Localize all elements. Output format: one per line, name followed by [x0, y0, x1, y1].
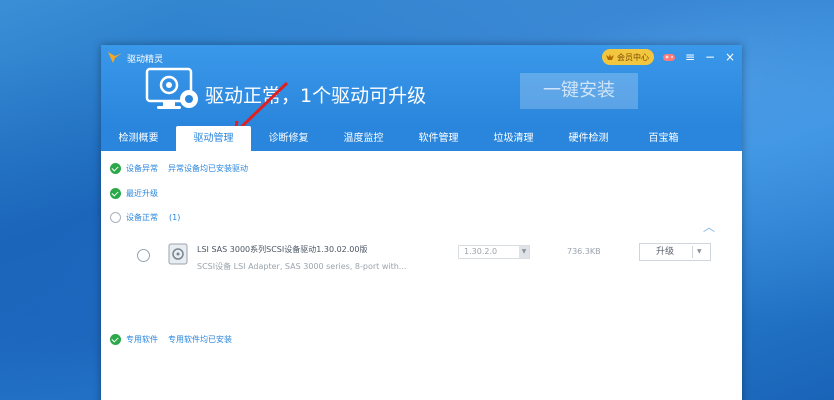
tab-overview[interactable]: 检测概要 — [101, 126, 176, 151]
tab-diagnose-repair[interactable]: 诊断修复 — [251, 126, 326, 151]
section-label: 设备正常 — [126, 213, 158, 222]
section-label: 设备异常 — [126, 164, 158, 173]
vip-icon — [606, 54, 614, 60]
section-sub: 异常设备均已安装驱动 — [168, 164, 248, 173]
section-label: 最近升级 — [126, 189, 158, 198]
monitor-gear-icon — [145, 67, 198, 109]
section-recent[interactable]: 最近升级 — [110, 188, 158, 199]
app-window: 驱动精灵 会员中心 ≡ − × 驱动正常，1个驱动可升级 一键安装 检测概要 驱… — [101, 45, 742, 400]
section-normal[interactable]: 设备正常 (1) — [110, 212, 180, 223]
tab-hardware[interactable]: 硬件检测 — [551, 126, 626, 151]
scsi-device-icon — [168, 243, 188, 265]
app-header: 驱动精灵 会员中心 ≡ − × 驱动正常，1个驱动可升级 一键安装 — [101, 45, 742, 135]
tab-driver-management[interactable]: 驱动管理 — [176, 126, 251, 151]
upgrade-button[interactable]: 升级 ▼ — [639, 243, 711, 261]
driver-desc: SCSI设备 LSI Adapter, SAS 3000 series, 8-p… — [197, 262, 407, 271]
logo-icon — [108, 52, 122, 63]
window-controls: 会员中心 ≡ − × — [602, 49, 736, 65]
driver-list: 设备异常 异常设备均已安装驱动 最近升级 设备正常 (1) ︿ LSI SAS … — [101, 151, 742, 400]
vip-center-button[interactable]: 会员中心 — [602, 49, 654, 65]
check-icon — [110, 188, 121, 199]
minimize-icon[interactable]: − — [704, 49, 716, 65]
section-software[interactable]: 专用软件 专用软件均已安装 — [110, 334, 232, 345]
chevron-down-icon[interactable]: ▼ — [697, 244, 702, 260]
tab-software[interactable]: 软件管理 — [401, 126, 476, 151]
close-icon[interactable]: × — [724, 49, 736, 65]
divider — [692, 246, 693, 258]
collapse-chevron-icon[interactable]: ︿ — [703, 218, 715, 235]
chevron-down-icon: ▼ — [519, 246, 529, 258]
driver-name: LSI SAS 3000系列SCSI设备驱动1.30.02.00版 — [197, 245, 368, 254]
section-count: (1) — [169, 213, 181, 222]
tab-temperature[interactable]: 温度监控 — [326, 126, 401, 151]
check-icon — [110, 334, 121, 345]
section-label: 专用软件 — [126, 335, 158, 344]
section-sub: 专用软件均已安装 — [168, 335, 232, 344]
check-icon — [110, 163, 121, 174]
version-select[interactable]: 1.30.2.0 ▼ — [458, 245, 530, 259]
tab-toolbox[interactable]: 百宝箱 — [626, 126, 701, 151]
vip-label: 会员中心 — [617, 52, 649, 62]
app-name: 驱动精灵 — [127, 54, 164, 65]
driver-select-radio[interactable] — [137, 249, 150, 262]
upgrade-label: 升级 — [656, 247, 675, 257]
tab-cleanup[interactable]: 垃圾清理 — [476, 126, 551, 151]
radio-icon — [110, 212, 121, 223]
main-tabs: 检测概要 驱动管理 诊断修复 温度监控 软件管理 垃圾清理 硬件检测 百宝箱 — [101, 126, 742, 151]
section-abnormal[interactable]: 设备异常 异常设备均已安装驱动 — [110, 163, 248, 174]
version-value: 1.30.2.0 — [464, 247, 498, 256]
app-logo: 驱动精灵 — [107, 51, 163, 65]
menu-icon[interactable]: ≡ — [684, 49, 696, 65]
gamepad-icon[interactable] — [662, 51, 676, 63]
driver-size: 736.3KB — [567, 247, 601, 256]
one-click-install-button[interactable]: 一键安装 — [520, 73, 638, 109]
